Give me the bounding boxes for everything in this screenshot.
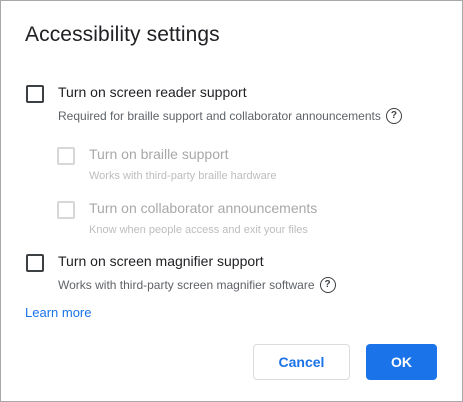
braille-label: Turn on braille support — [89, 146, 229, 162]
ok-button[interactable]: OK — [366, 344, 437, 380]
screen-reader-description: Required for braille support and collabo… — [58, 108, 402, 124]
magnifier-description-text: Works with third-party screen magnifier … — [58, 278, 315, 292]
collaborator-description: Know when people access and exit your fi… — [89, 224, 308, 236]
screen-reader-checkbox[interactable] — [26, 85, 44, 103]
screen-reader-label[interactable]: Turn on screen reader support — [58, 84, 247, 100]
accessibility-settings-dialog: Accessibility settings Turn on screen re… — [0, 0, 463, 402]
dialog-title: Accessibility settings — [25, 23, 220, 46]
help-icon[interactable]: ? — [385, 108, 402, 124]
help-icon[interactable]: ? — [319, 277, 336, 293]
braille-checkbox — [57, 147, 75, 165]
cancel-button[interactable]: Cancel — [253, 344, 350, 380]
collaborator-label: Turn on collaborator announcements — [89, 200, 318, 216]
screen-reader-description-text: Required for braille support and collabo… — [58, 109, 381, 123]
collaborator-checkbox — [57, 201, 75, 219]
learn-more-link[interactable]: Learn more — [25, 305, 91, 320]
magnifier-description: Works with third-party screen magnifier … — [58, 277, 336, 293]
magnifier-checkbox[interactable] — [26, 254, 44, 272]
braille-description: Works with third-party braille hardware — [89, 170, 277, 182]
magnifier-label[interactable]: Turn on screen magnifier support — [58, 253, 264, 269]
